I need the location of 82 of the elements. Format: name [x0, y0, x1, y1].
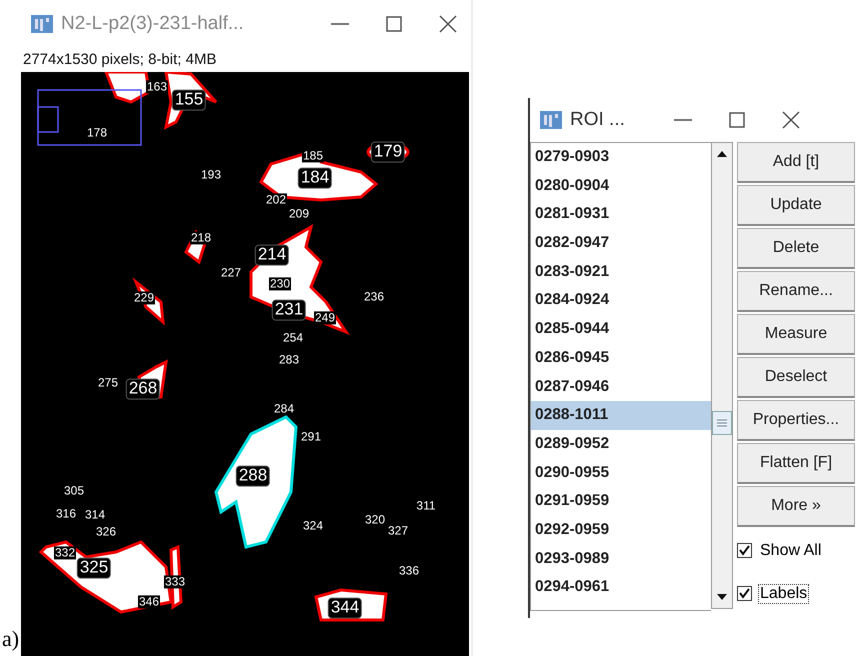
image-info: 2774x1530 pixels; 8-bit; 4MB [22, 50, 218, 70]
maximize-icon [386, 16, 402, 32]
manager-button[interactable]: Delete [737, 228, 855, 269]
manager-button[interactable]: More » [737, 486, 855, 527]
roi-label: 333 [164, 575, 186, 589]
roi-label: 202 [264, 193, 288, 207]
roi-label: 311 [415, 499, 437, 513]
roi-label: 254 [282, 331, 304, 345]
roi-label: 231 [272, 300, 306, 320]
roi-label: 155 [172, 90, 206, 110]
roi-label: 344 [328, 598, 362, 618]
app-icon [31, 15, 53, 33]
manager-button[interactable]: Update [737, 185, 855, 226]
roi-label: 336 [398, 564, 420, 578]
roi-label: 305 [62, 484, 86, 498]
roi-label: 346 [138, 595, 160, 609]
roi-label: 193 [200, 168, 222, 182]
roi-label: 268 [126, 378, 160, 400]
roi-list-item[interactable]: 0281-0931 [531, 200, 711, 230]
close-icon [782, 111, 800, 129]
roi-list-item[interactable]: 0286-0945 [531, 344, 711, 372]
roi-label: 283 [278, 353, 300, 367]
roi-list-item[interactable]: 0291-0959 [531, 487, 711, 516]
roi-label: 179 [370, 142, 406, 162]
roi-label: 291 [300, 430, 322, 444]
roi-label: 236 [362, 290, 386, 304]
roi-list-item[interactable]: 0279-0903 [531, 143, 711, 172]
roi-list-item[interactable]: 0280-0904 [531, 172, 711, 200]
roi-label: 325 [76, 558, 112, 578]
checkbox[interactable] [737, 543, 752, 558]
roi-list-item[interactable]: 0290-0955 [531, 458, 711, 488]
roi-list-item[interactable]: 0288-1011 [531, 401, 711, 430]
roi-label: 185 [302, 149, 324, 163]
window-title: ROI ... [570, 109, 626, 131]
roi-list-item[interactable]: 0292-0959 [531, 516, 711, 545]
roi-list-item[interactable]: 0284-0924 [531, 286, 711, 316]
close-icon [439, 15, 457, 33]
scroll-up-icon [717, 151, 727, 157]
scroll-thumb[interactable] [712, 411, 732, 435]
roi-list-item[interactable]: 0287-0946 [531, 372, 711, 402]
manager-button[interactable]: Deselect [737, 357, 855, 398]
roi-label: 316 [54, 507, 78, 521]
roi-list-item[interactable]: 0293-0989 [531, 544, 711, 574]
window-title: N2-L-p2(3)-231-half... [61, 13, 245, 35]
roi-label: 327 [386, 524, 410, 538]
roi-list-item[interactable]: 0283-0921 [531, 258, 711, 286]
checkbox[interactable] [737, 586, 752, 601]
roi-label: 230 [268, 277, 292, 291]
roi-label: 326 [94, 525, 118, 539]
roi-label: 229 [132, 291, 156, 305]
roi-label: 209 [288, 207, 310, 221]
roi-label: 178 [86, 126, 108, 140]
checkbox-label: Labels [758, 584, 810, 604]
roi-label: 314 [84, 508, 106, 522]
roi-label: 163 [146, 80, 168, 94]
minimize-icon [331, 23, 349, 25]
checkbox-label: Show All [759, 540, 822, 560]
roi-label: 320 [364, 513, 386, 527]
roi-label: 214 [254, 244, 290, 266]
manager-button[interactable]: Measure [737, 314, 855, 355]
manager-button[interactable]: Rename... [737, 271, 855, 312]
roi-list-item[interactable]: 0294-0961 [531, 573, 711, 602]
scroll-down-icon [717, 594, 727, 600]
roi-label: 284 [272, 402, 296, 416]
roi-label: 332 [54, 546, 76, 560]
roi-list-item[interactable]: 0282-0947 [531, 229, 711, 258]
app-icon [540, 111, 562, 129]
roi-list-item[interactable]: 0289-0952 [531, 430, 711, 459]
manager-button[interactable]: Add [t] [737, 142, 855, 183]
roi-label: 218 [190, 231, 212, 245]
roi-list-item[interactable]: 0285-0944 [531, 315, 711, 344]
manager-button[interactable]: Properties... [737, 400, 855, 441]
maximize-icon [729, 112, 745, 128]
roi-label: 288 [236, 466, 270, 486]
roi-label: 249 [314, 311, 336, 325]
scrollbar[interactable] [711, 142, 733, 609]
roi-label: 324 [302, 519, 324, 533]
manager-button[interactable]: Flatten [F] [737, 443, 855, 484]
roi-label: 184 [298, 168, 332, 188]
minimize-icon [674, 119, 692, 121]
roi-label: 275 [96, 376, 120, 390]
panel-label: a) [1, 626, 20, 653]
